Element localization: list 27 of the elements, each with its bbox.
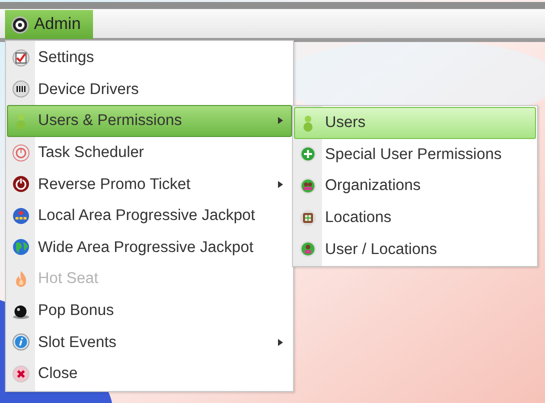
menu-item[interactable]: Task Scheduler xyxy=(7,136,292,168)
network-icon xyxy=(12,206,30,225)
globe-icon xyxy=(12,238,30,256)
menu-item[interactable]: Special User Permissions xyxy=(294,138,536,170)
menu-item[interactable]: Reverse Promo Ticket xyxy=(7,168,292,200)
menu-item[interactable]: Slot Events xyxy=(7,326,292,358)
menu-item[interactable]: Pop Bonus xyxy=(7,294,292,326)
menu-item[interactable]: Close xyxy=(7,358,292,390)
power-icon xyxy=(12,175,30,194)
admin-menu[interactable]: Admin xyxy=(5,10,93,39)
menu-item[interactable]: Wide Area Progressive Jackpot xyxy=(7,232,292,264)
gear-icon xyxy=(11,16,29,34)
info-icon xyxy=(12,333,30,352)
close-icon xyxy=(12,364,30,383)
menu-item[interactable]: Users xyxy=(294,107,536,139)
menu-item[interactable]: Locations xyxy=(294,202,536,234)
checklist-icon xyxy=(12,48,30,67)
person-icon xyxy=(299,240,317,258)
device-icon xyxy=(12,80,30,98)
menu-item[interactable]: Local Area Progressive Jackpot xyxy=(7,200,292,232)
menu-item[interactable]: Device Drivers xyxy=(7,74,292,106)
menu-item[interactable]: Users & Permissions xyxy=(7,105,292,137)
plus-icon xyxy=(299,145,317,164)
menu-item[interactable]: Settings xyxy=(7,42,292,74)
menu-item[interactable]: User / Locations xyxy=(294,233,536,265)
people-icon xyxy=(299,176,317,195)
menu-item[interactable]: Organizations xyxy=(294,170,536,202)
